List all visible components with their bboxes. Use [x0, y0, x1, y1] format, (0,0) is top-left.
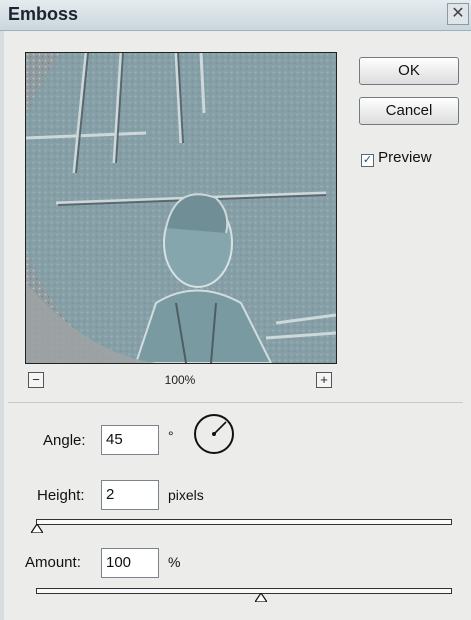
angle-label: Angle:	[43, 432, 86, 449]
zoom-in-icon[interactable]: +	[316, 372, 332, 388]
zoom-out-icon[interactable]: −	[28, 372, 44, 388]
dialog-left-edge	[0, 30, 4, 620]
angle-input[interactable]: 45	[101, 425, 159, 455]
height-slider-track[interactable]	[36, 519, 452, 525]
amount-slider-track[interactable]	[36, 588, 452, 594]
filter-preview-image[interactable]	[25, 52, 337, 364]
preview-checkbox[interactable]: ✓	[361, 154, 374, 167]
section-divider	[8, 402, 463, 403]
preview-checkbox-label: Preview	[378, 149, 432, 166]
close-icon[interactable]: ✕	[447, 3, 469, 25]
cancel-button[interactable]: Cancel	[359, 97, 459, 125]
height-slider-thumb[interactable]	[31, 524, 43, 533]
height-unit: pixels	[168, 487, 204, 503]
amount-unit: %	[168, 554, 181, 570]
angle-unit: °	[168, 428, 174, 444]
preview-checkbox-row[interactable]: ✓ Preview	[361, 149, 432, 167]
dialog-titlebar[interactable]: Emboss ✕	[0, 0, 471, 31]
amount-slider-thumb[interactable]	[255, 593, 267, 602]
amount-label: Amount:	[25, 554, 81, 571]
ok-button[interactable]: OK	[359, 57, 459, 85]
height-label: Height:	[37, 487, 85, 504]
height-input[interactable]: 2	[101, 480, 159, 510]
amount-input[interactable]: 100	[101, 548, 159, 578]
dialog-title: Emboss	[8, 4, 79, 24]
angle-dial-icon[interactable]	[192, 412, 236, 456]
embossed-photo-preview	[26, 53, 336, 363]
zoom-level-readout: 100%	[164, 373, 196, 387]
emboss-dialog: Emboss ✕ − 100% + OK Cancel ✓ Preview An…	[0, 0, 471, 620]
